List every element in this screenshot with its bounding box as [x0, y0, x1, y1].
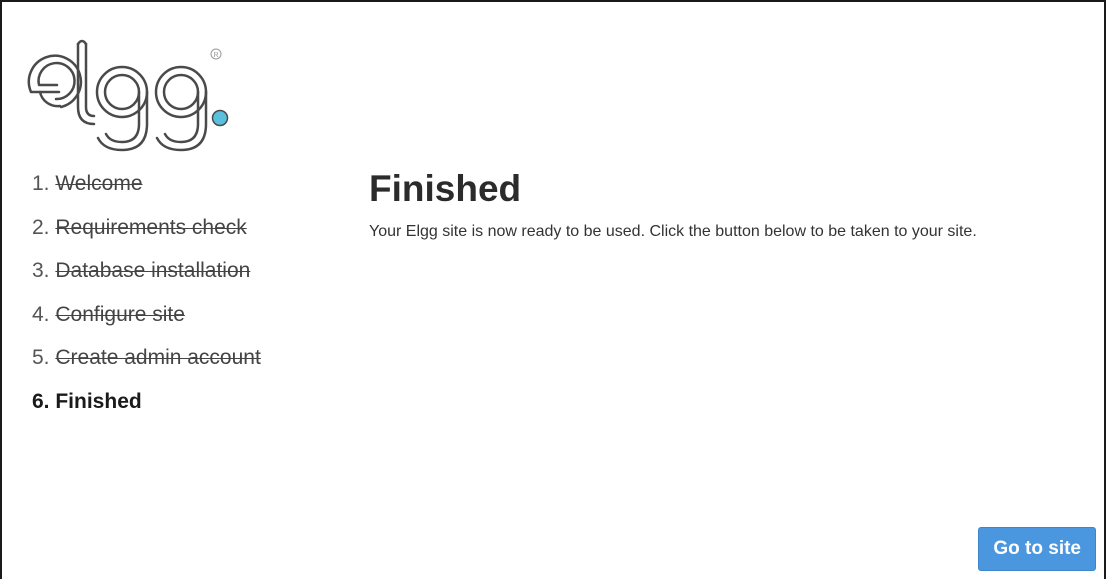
go-to-site-button[interactable]: Go to site — [978, 527, 1096, 571]
step-database-installation: 3. Database installation — [32, 249, 261, 293]
step-number: 5. — [32, 346, 50, 369]
step-number: 1. — [32, 172, 50, 195]
svg-text:R: R — [213, 52, 218, 59]
step-finished: 6. Finished — [32, 380, 261, 424]
step-number: 6. — [32, 389, 50, 413]
page-title: Finished — [369, 168, 522, 209]
step-label: Welcome — [55, 172, 143, 195]
installer-window: R 1. Welcome 2. Requirements check 3. Da… — [0, 0, 1106, 579]
step-label: Create admin account — [55, 346, 261, 369]
step-create-admin-account: 5. Create admin account — [32, 336, 261, 380]
step-number: 2. — [32, 215, 50, 239]
step-label: Configure site — [55, 302, 185, 326]
step-requirements-check: 2. Requirements check — [32, 206, 261, 250]
finished-description: Your Elgg site is now ready to be used. … — [369, 223, 977, 240]
elgg-logo: R — [26, 32, 236, 152]
step-welcome: 1. Welcome — [32, 162, 261, 206]
step-label: Database installation — [55, 259, 251, 282]
step-number: 4. — [32, 302, 50, 326]
step-label: Requirements check — [55, 215, 247, 239]
installer-steps: 1. Welcome 2. Requirements check 3. Data… — [32, 162, 261, 423]
step-configure-site: 4. Configure site — [32, 293, 261, 337]
step-label: Finished — [55, 389, 142, 413]
main-content: Finished Your Elgg site is now ready to … — [369, 165, 1089, 245]
step-number: 3. — [32, 259, 50, 282]
